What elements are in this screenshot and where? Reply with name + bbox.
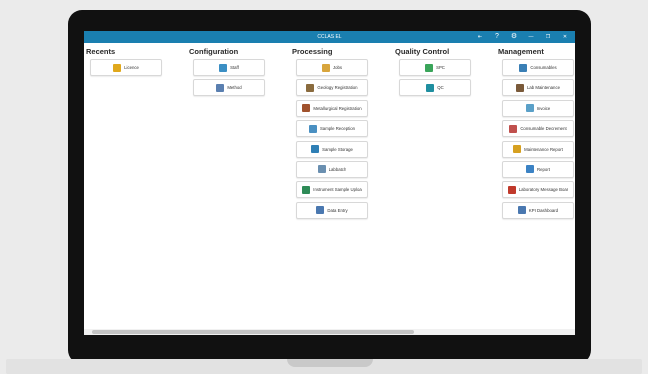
tile-label: Labbatch [328, 166, 347, 172]
tile-jobs[interactable]: Jobs [296, 59, 368, 76]
qc-icon [426, 83, 435, 92]
lock-icon [113, 63, 122, 72]
tile-lab-maintenance[interactable]: Lab Maintenance [502, 79, 574, 97]
tile-consumable-decrement[interactable]: Consumable Decrement [502, 120, 574, 138]
storage-icon [311, 145, 320, 154]
column-processing: Processing Jobs Geology Registration Met… [292, 47, 372, 222]
tile-sample-storage[interactable]: Sample Storage [296, 140, 368, 158]
tile-label: Sample Reception [319, 126, 356, 132]
bottle-icon [519, 63, 528, 72]
flask-icon [317, 165, 326, 174]
tile-invoice[interactable]: Invoice [502, 99, 574, 117]
tile-metallurgical-registration[interactable]: Metallurgical Registration [296, 99, 368, 117]
column-configuration: Configuration Staff Method [189, 47, 269, 100]
tile-instrument-sample-upload[interactable]: Instrument Sample Uploa [296, 181, 368, 199]
tile-label: Consumables [530, 65, 557, 70]
decrement-icon [509, 124, 518, 133]
tile-label: Report [537, 166, 550, 172]
tile-label: Laboratory Message Boar [518, 187, 569, 193]
dashboard-icon [517, 206, 526, 215]
chart-icon [425, 63, 434, 72]
tile-label: Invoice [536, 105, 551, 111]
tile-kpi-dashboard[interactable]: KPI Dashboard [502, 201, 574, 219]
tile-label: Data Entry [327, 207, 348, 213]
wrench-report-icon [513, 145, 522, 154]
gears-icon [216, 83, 225, 92]
column-title: Processing [292, 47, 333, 56]
tile-label: KPI Dashboard [528, 207, 559, 213]
report-icon [526, 165, 535, 174]
tile-report[interactable]: Report [502, 160, 574, 178]
furnace-icon [302, 104, 311, 113]
tile-qc[interactable]: QC [399, 79, 471, 97]
tile-label: QC [437, 85, 444, 91]
tile-licence[interactable]: Licence [90, 59, 162, 76]
scrollbar-thumb[interactable] [92, 330, 414, 334]
tile-maintenance-report[interactable]: Maintenance Report [502, 140, 574, 158]
maximize-button[interactable]: ❐ [544, 32, 552, 42]
column-recents: Recents Licence [86, 47, 166, 79]
invoice-icon [525, 104, 534, 113]
tile-consumables[interactable]: Consumables [502, 59, 574, 76]
keyboard-icon [316, 206, 325, 215]
clipboard-icon [308, 124, 317, 133]
tile-label: Metallurgical Registration [313, 105, 362, 111]
tile-staff[interactable]: Staff [193, 59, 265, 76]
column-title: Management [498, 47, 544, 56]
tile-label: Consumable Decrement [520, 126, 567, 132]
laptop-notch [287, 359, 373, 367]
app-window: CCLAS EL ⇤ ? ⚙ — ❐ ✕ Recents Licence Con… [84, 31, 575, 335]
minimize-button[interactable]: — [527, 32, 535, 42]
settings-icon[interactable]: ⚙ [510, 32, 518, 42]
tile-spc[interactable]: SPC [399, 59, 471, 76]
pickaxe-icon [306, 83, 315, 92]
close-button[interactable]: ✕ [561, 32, 569, 42]
tile-label: Geology Registration [317, 85, 358, 91]
tile-label: Staff [230, 65, 239, 70]
column-title: Recents [86, 47, 116, 56]
instrument-icon [302, 185, 311, 194]
logout-icon[interactable]: ⇤ [476, 32, 484, 42]
people-icon [219, 63, 228, 72]
tile-label: Instrument Sample Uploa [313, 187, 362, 193]
title-bar: CCLAS EL ⇤ ? ⚙ — ❐ ✕ [84, 31, 575, 43]
tile-data-entry[interactable]: Data Entry [296, 201, 368, 219]
tile-method[interactable]: Method [193, 79, 265, 97]
tile-label: Lab Maintenance [527, 85, 560, 91]
tile-label: Licence [124, 65, 139, 70]
toolbox-icon [516, 83, 525, 92]
tile-label: Sample Storage [322, 146, 353, 152]
tile-laboratory-message-board[interactable]: Laboratory Message Boar [502, 181, 574, 199]
column-quality-control: Quality Control SPC QC [395, 47, 475, 100]
tile-label: Method [227, 85, 242, 91]
column-management: Management Consumables Lab Maintenance I… [498, 47, 575, 222]
help-icon[interactable]: ? [493, 32, 501, 42]
column-title: Configuration [189, 47, 239, 56]
briefcase-icon [321, 63, 330, 72]
tile-label: SPC [436, 65, 445, 70]
horizontal-scrollbar[interactable] [84, 329, 575, 335]
tile-labbatch[interactable]: Labbatch [296, 160, 368, 178]
column-title: Quality Control [395, 47, 450, 56]
message-pin-icon [507, 185, 516, 194]
tile-label: Jobs [332, 65, 343, 70]
tile-sample-reception[interactable]: Sample Reception [296, 120, 368, 138]
tile-geology-registration[interactable]: Geology Registration [296, 79, 368, 97]
tile-label: Maintenance Report [524, 146, 563, 152]
